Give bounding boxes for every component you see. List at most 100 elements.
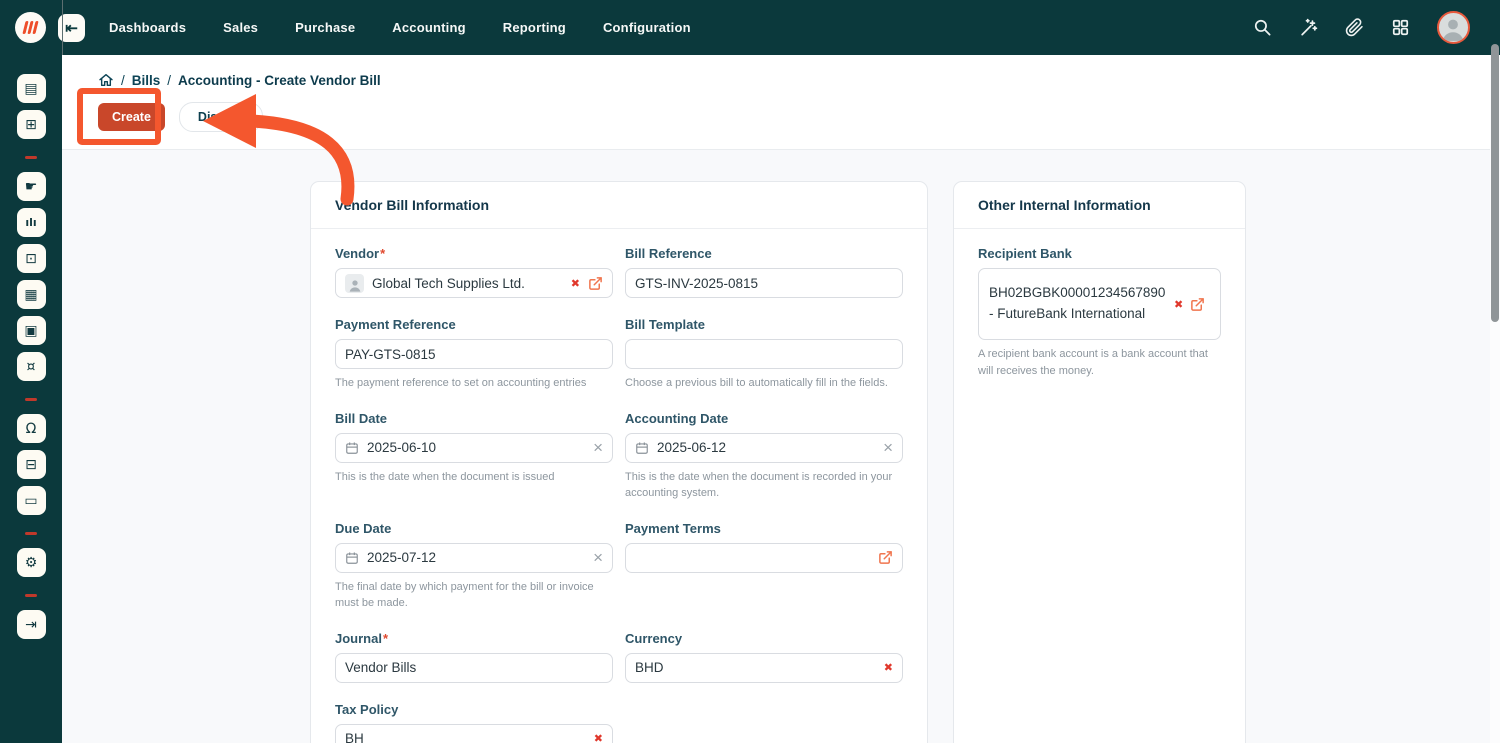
topbar-actions bbox=[1253, 11, 1500, 44]
page-title: Accounting - Create Vendor Bill bbox=[178, 73, 381, 88]
monitor-icon[interactable]: ▭ bbox=[17, 486, 46, 515]
page-header: / Bills / Accounting - Create Vendor Bil… bbox=[62, 55, 1500, 150]
bar-chart-icon[interactable]: ılı bbox=[17, 208, 46, 237]
card-title: Vendor Bill Information bbox=[335, 197, 489, 213]
dashboard-icon[interactable]: ⊞ bbox=[17, 110, 46, 139]
nav-dashboards[interactable]: Dashboards bbox=[109, 20, 186, 35]
required-asterisk: * bbox=[380, 246, 385, 261]
logout-icon[interactable]: ⇥ bbox=[17, 610, 46, 639]
breadcrumb-separator: / bbox=[121, 73, 125, 88]
bill-date-value: 2025-06-10 bbox=[367, 440, 436, 455]
remove-tax-policy-icon[interactable]: ✖ bbox=[594, 732, 603, 743]
sidebar-divider bbox=[62, 0, 63, 55]
bill-reference-value: GTS-INV-2025-0815 bbox=[635, 276, 758, 291]
vendor-value: Global Tech Supplies Ltd. bbox=[372, 276, 525, 291]
tax-policy-value: BH bbox=[345, 731, 364, 743]
user-avatar[interactable] bbox=[1437, 11, 1470, 44]
sidebar-separator bbox=[25, 398, 37, 401]
cash-icon[interactable]: ¤ bbox=[17, 352, 46, 381]
journal-book-icon[interactable]: ▤ bbox=[17, 74, 46, 103]
field-help-text: The payment reference to set on accounti… bbox=[335, 375, 613, 392]
payment-reference-value: PAY-GTS-0815 bbox=[345, 347, 436, 362]
due-date-field: Due Date 2025-07-12 × The final date by … bbox=[335, 521, 613, 612]
magic-wand-icon[interactable] bbox=[1299, 18, 1318, 37]
nav-reporting[interactable]: Reporting bbox=[503, 20, 566, 35]
payment-terms-input[interactable] bbox=[625, 543, 903, 573]
bill-reference-input[interactable]: GTS-INV-2025-0815 bbox=[625, 268, 903, 298]
snapshot-icon[interactable]: ⊡ bbox=[17, 244, 46, 273]
bill-reference-field: Bill Reference GTS-INV-2025-0815 bbox=[625, 246, 903, 298]
accounting-date-value: 2025-06-12 bbox=[657, 440, 726, 455]
top-navigation-bar: ⇤ Dashboards Sales Purchase Accounting R… bbox=[0, 0, 1500, 55]
due-date-input[interactable]: 2025-07-12 × bbox=[335, 543, 613, 573]
open-payment-terms-icon[interactable] bbox=[878, 550, 893, 565]
required-asterisk: * bbox=[383, 631, 388, 646]
sidebar-separator bbox=[25, 532, 37, 535]
field-help-text: The final date by which payment for the … bbox=[335, 579, 613, 612]
paperclip-icon[interactable] bbox=[1345, 18, 1364, 37]
main-menu: Dashboards Sales Purchase Accounting Rep… bbox=[109, 20, 691, 35]
calendar-icon[interactable] bbox=[345, 551, 359, 565]
calendar-icon[interactable] bbox=[345, 441, 359, 455]
accounting-date-input[interactable]: 2025-06-12 × bbox=[625, 433, 903, 463]
breadcrumb: / Bills / Accounting - Create Vendor Bil… bbox=[62, 55, 1500, 88]
scrollbar-thumb[interactable] bbox=[1491, 44, 1499, 322]
sidebar-separator bbox=[25, 156, 37, 159]
open-bank-icon[interactable] bbox=[1190, 297, 1205, 312]
open-vendor-icon[interactable] bbox=[588, 276, 603, 291]
card-title: Other Internal Information bbox=[978, 197, 1151, 213]
main-content: Vendor Bill Information Vendor* Global T… bbox=[62, 150, 1500, 743]
currency-value: BHD bbox=[635, 660, 664, 675]
remove-currency-icon[interactable]: ✖ bbox=[884, 661, 893, 674]
vendor-field: Vendor* Global Tech Supplies Ltd. ✖ bbox=[335, 246, 613, 298]
apps-grid-icon[interactable] bbox=[1391, 18, 1410, 37]
collapse-icon: ⇤ bbox=[65, 19, 78, 37]
payment-reference-field: Payment Reference PAY-GTS-0815 The payme… bbox=[335, 317, 613, 392]
hand-coins-icon[interactable]: ☛ bbox=[17, 172, 46, 201]
vendor-input[interactable]: Global Tech Supplies Ltd. ✖ bbox=[335, 268, 613, 298]
currency-input[interactable]: BHD ✖ bbox=[625, 653, 903, 683]
accounting-date-field: Accounting Date 2025-06-12 × This is the… bbox=[625, 411, 903, 502]
bill-template-input[interactable] bbox=[625, 339, 903, 369]
currency-field: Currency BHD ✖ bbox=[625, 631, 903, 683]
create-button[interactable]: Create bbox=[98, 103, 165, 131]
calendar-icon[interactable] bbox=[635, 441, 649, 455]
field-help-text: This is the date when the document is re… bbox=[625, 469, 903, 502]
documents-folder-icon[interactable]: ⊟ bbox=[17, 450, 46, 479]
briefcase-icon[interactable]: ▣ bbox=[17, 316, 46, 345]
payment-reference-input[interactable]: PAY-GTS-0815 bbox=[335, 339, 613, 369]
nav-configuration[interactable]: Configuration bbox=[603, 20, 691, 35]
remove-vendor-icon[interactable]: ✖ bbox=[571, 277, 580, 290]
home-icon[interactable] bbox=[98, 72, 114, 88]
field-help-text: This is the date when the document is is… bbox=[335, 469, 613, 486]
journal-input[interactable]: Vendor Bills bbox=[335, 653, 613, 683]
nav-purchase[interactable]: Purchase bbox=[295, 20, 355, 35]
recipient-bank-value: BH02BGBK00001234567890 - FutureBank Inte… bbox=[989, 283, 1167, 325]
clear-date-icon[interactable]: × bbox=[593, 439, 603, 456]
journal-field: Journal* Vendor Bills bbox=[335, 631, 613, 683]
clipboard-calculator-icon[interactable]: ▦ bbox=[17, 280, 46, 309]
field-help-text: A recipient bank account is a bank accou… bbox=[978, 346, 1221, 379]
recipient-bank-input[interactable]: BH02BGBK00001234567890 - FutureBank Inte… bbox=[978, 268, 1221, 340]
remove-bank-icon[interactable]: ✖ bbox=[1174, 298, 1183, 311]
nav-accounting[interactable]: Accounting bbox=[392, 20, 466, 35]
discard-button[interactable]: Discard bbox=[179, 102, 263, 132]
app-sidebar: ▤ ⊞ ☛ ılı ⊡ ▦ ▣ ¤ Ω ⊟ ▭ ⚙ ⇥ bbox=[0, 55, 62, 743]
headset-icon[interactable]: Ω bbox=[17, 414, 46, 443]
breadcrumb-bills[interactable]: Bills bbox=[132, 73, 161, 88]
settings-gear-icon[interactable]: ⚙ bbox=[17, 548, 46, 577]
bill-date-input[interactable]: 2025-06-10 × bbox=[335, 433, 613, 463]
field-help-text: Choose a previous bill to automatically … bbox=[625, 375, 903, 392]
search-icon[interactable] bbox=[1253, 18, 1272, 37]
action-buttons: Create Discard bbox=[62, 88, 1500, 132]
due-date-value: 2025-07-12 bbox=[367, 550, 436, 565]
vendor-bill-information-card: Vendor Bill Information Vendor* Global T… bbox=[310, 181, 928, 743]
nav-sales[interactable]: Sales bbox=[223, 20, 258, 35]
tax-policy-input[interactable]: BH ✖ bbox=[335, 724, 613, 743]
logo-mark-icon bbox=[22, 21, 38, 34]
recipient-bank-field: Recipient Bank BH02BGBK00001234567890 - … bbox=[978, 246, 1221, 379]
clear-date-icon[interactable]: × bbox=[593, 549, 603, 566]
contact-avatar-icon bbox=[345, 274, 364, 293]
clear-date-icon[interactable]: × bbox=[883, 439, 893, 456]
app-logo[interactable] bbox=[15, 12, 46, 43]
